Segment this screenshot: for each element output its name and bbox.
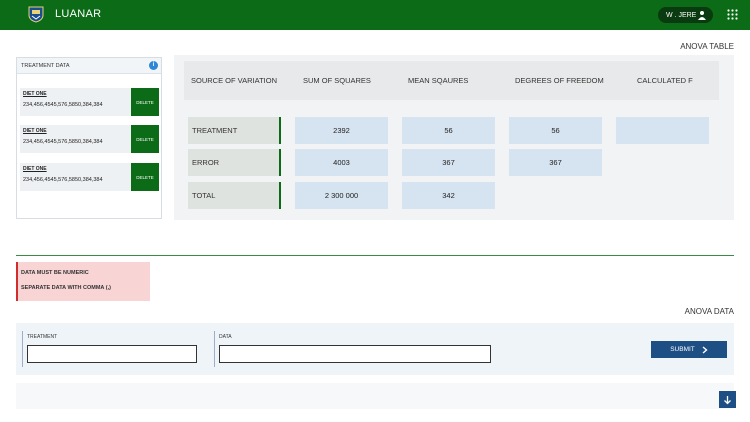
error-sum-of-squares: 4003 xyxy=(295,149,388,176)
treatment-field-label: TREATMENT xyxy=(27,334,58,340)
treatment-data-title: TREATMENT DATA xyxy=(17,58,161,74)
anova-table: SOURCE OF VARIATION SUM OF SQUARES MEAN … xyxy=(174,55,734,220)
delete-button[interactable]: DELETE xyxy=(131,88,159,116)
header-source-of-variation: SOURCE OF VARIATION xyxy=(191,76,277,85)
treatment-item: DIET ONE 234,456,4545,576,5850,384,384 D… xyxy=(20,125,159,153)
treatment-degrees-of-freedom: 56 xyxy=(509,117,602,144)
data-input[interactable] xyxy=(219,345,491,363)
treatment-field-group: TREATMENT xyxy=(22,331,207,367)
treatment-item-values: 234,456,4545,576,5850,384,384 xyxy=(23,139,103,145)
row-label-treatment: TREATMENT xyxy=(188,117,281,144)
delete-button[interactable]: DELETE xyxy=(131,125,159,153)
row-label-total: TOTAL xyxy=(188,182,281,209)
info-icon[interactable]: i xyxy=(149,61,158,70)
arrow-down-icon xyxy=(724,395,731,404)
alert-line-numeric: DATA MUST BE NUMERIC xyxy=(21,270,89,276)
treatment-item-values: 234,456,4545,576,5850,384,384 xyxy=(23,177,103,183)
data-field-label: DATA xyxy=(219,334,232,340)
chevron-right-icon xyxy=(702,345,708,354)
header-calculated-f: CALCULATED F xyxy=(637,76,693,85)
error-mean-squares: 367 xyxy=(402,149,495,176)
submit-label: SUBMIT xyxy=(670,346,695,353)
treatment-item: DIET ONE 234,456,4545,576,5850,384,384 D… xyxy=(20,88,159,116)
user-menu-button[interactable]: W . JERE xyxy=(658,7,713,23)
header-mean-squares: MEAN SQAURES xyxy=(408,76,469,85)
data-field-group: DATA xyxy=(214,331,494,367)
luanar-logo-icon[interactable] xyxy=(28,6,44,23)
treatment-item-name: DIET ONE xyxy=(23,128,47,134)
anova-data-title: ANOVA DATA xyxy=(684,307,734,316)
treatment-item-values: 234,456,4545,576,5850,384,384 xyxy=(23,102,103,108)
treatment-item-name: DIET ONE xyxy=(23,166,47,172)
user-name: W . JERE xyxy=(666,11,697,19)
total-mean-squares: 342 xyxy=(402,182,495,209)
header-sum-of-squares: SUM OF SQUARES xyxy=(303,76,371,85)
anova-table-title: ANOVA TABLE xyxy=(680,42,734,51)
app-title[interactable]: LUANAR xyxy=(55,8,101,20)
app-header: LUANAR W . JERE xyxy=(0,0,750,30)
header-degrees-of-freedom: DEGREES OF FREEDOM xyxy=(515,76,604,85)
anova-table-header: SOURCE OF VARIATION SUM OF SQUARES MEAN … xyxy=(184,61,719,100)
treatment-data-panel: TREATMENT DATA i DIET ONE 234,456,4545,5… xyxy=(16,57,162,219)
total-sum-of-squares: 2 300 000 xyxy=(295,182,388,209)
validation-alert: DATA MUST BE NUMERIC SEPARATE DATA WITH … xyxy=(16,262,150,301)
section-divider xyxy=(16,255,734,256)
scroll-down-button[interactable] xyxy=(719,391,736,408)
submit-button[interactable]: SUBMIT xyxy=(651,341,727,358)
treatment-sum-of-squares: 2392 xyxy=(295,117,388,144)
treatment-mean-squares: 56 xyxy=(402,117,495,144)
delete-button[interactable]: DELETE xyxy=(131,163,159,191)
error-degrees-of-freedom: 367 xyxy=(509,149,602,176)
treatment-item-name: DIET ONE xyxy=(23,91,47,97)
anova-data-form: TREATMENT DATA SUBMIT xyxy=(16,323,734,375)
user-icon xyxy=(698,11,706,20)
apps-grid-icon[interactable] xyxy=(727,9,738,20)
treatment-calculated-f xyxy=(616,117,709,144)
treatment-input[interactable] xyxy=(27,345,197,363)
alert-line-comma: SEPARATE DATA WITH COMMA (,) xyxy=(21,285,111,291)
footer-strip xyxy=(16,383,734,409)
treatment-item: DIET ONE 234,456,4545,576,5850,384,384 D… xyxy=(20,163,159,191)
row-label-error: ERROR xyxy=(188,149,281,176)
